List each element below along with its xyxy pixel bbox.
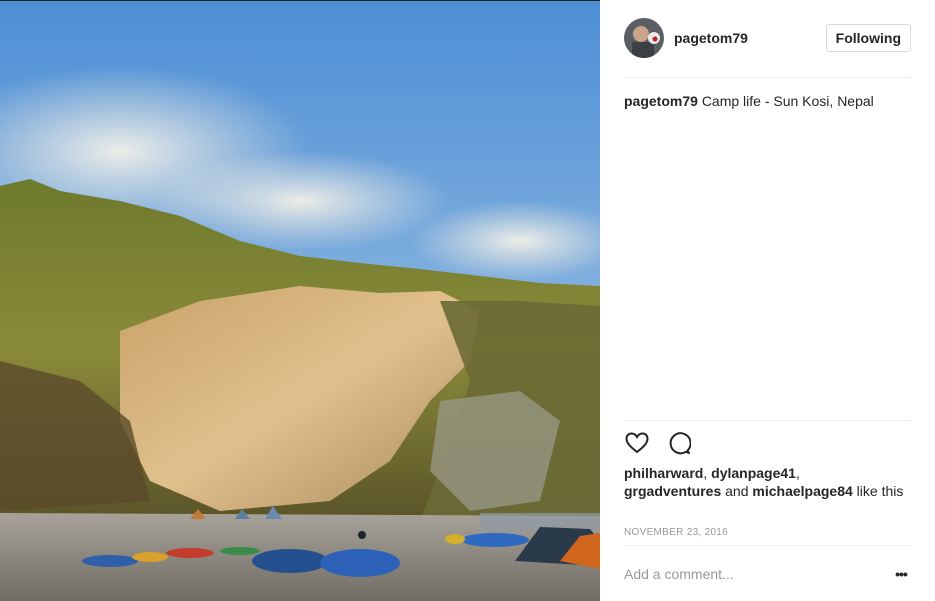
- post-date[interactable]: NOVEMBER 23, 2016: [624, 527, 728, 538]
- post-photo[interactable]: [0, 0, 600, 601]
- likes-separator: ,: [703, 465, 712, 481]
- post-header: pagetom79 Following: [624, 17, 911, 78]
- comment-input[interactable]: [624, 565, 891, 582]
- caption-text: Camp life - Sun Kosi, Nepal: [701, 93, 874, 109]
- heart-icon: [625, 432, 649, 454]
- avatar[interactable]: [624, 17, 664, 58]
- likes-and: and: [721, 483, 753, 499]
- more-options-button[interactable]: •••: [891, 564, 911, 584]
- landscape-photo: [0, 1, 600, 601]
- likes-separator: ,: [795, 465, 800, 481]
- likes-suffix: like this: [852, 483, 904, 499]
- post-caption: pagetom79 Camp life - Sun Kosi, Nepal: [624, 92, 911, 110]
- like-user-grgadventures[interactable]: grgadventures: [624, 483, 721, 499]
- divider: [624, 420, 911, 421]
- avatar-image: [624, 17, 664, 58]
- more-options-icon: •••: [895, 565, 908, 582]
- comment-icon: [669, 432, 691, 455]
- following-button[interactable]: Following: [825, 23, 911, 52]
- like-user-philharward[interactable]: philharward: [624, 465, 703, 481]
- post-side-panel: pagetom79 Following pagetom79 Camp life …: [600, 0, 935, 601]
- like-button[interactable]: [624, 430, 650, 456]
- caption-username[interactable]: pagetom79: [624, 93, 698, 109]
- instagram-post: pagetom79 Following pagetom79 Camp life …: [0, 0, 935, 601]
- like-user-michaelpage84[interactable]: michaelpage84: [752, 483, 852, 499]
- comment-bar: •••: [624, 545, 911, 601]
- post-username[interactable]: pagetom79: [674, 30, 748, 46]
- likes-summary: philharward, dylanpage41, grgadventures …: [624, 464, 911, 500]
- comment-button[interactable]: [666, 430, 692, 456]
- post-actions: [624, 430, 692, 456]
- like-user-dylanpage41[interactable]: dylanpage41: [711, 465, 796, 481]
